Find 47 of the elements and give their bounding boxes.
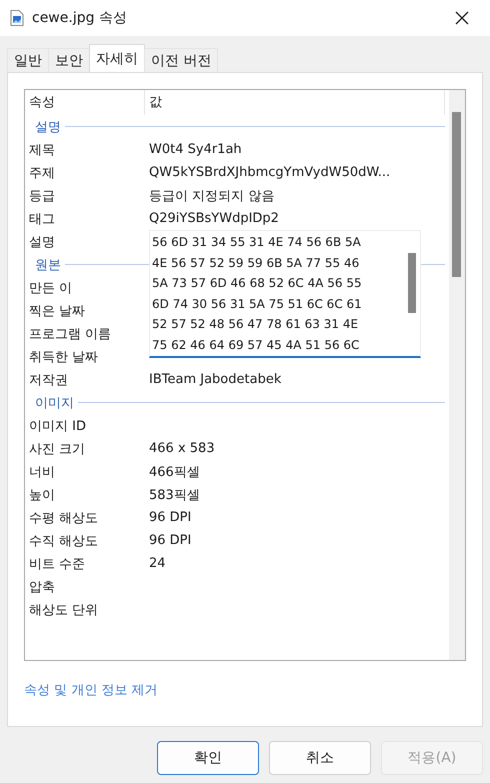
column-header[interactable]: 속성	[25, 90, 145, 115]
property-value: 96 DPI	[148, 533, 192, 548]
group-heading: 원본	[35, 256, 61, 274]
property-name: 등급	[28, 188, 56, 204]
scrollbar-thumb[interactable]	[408, 253, 416, 313]
property-value: 466픽셀	[148, 464, 200, 480]
property-name: 태그	[28, 210, 56, 228]
property-name: 취득한 날짜	[28, 348, 100, 366]
group-heading: 이미지	[35, 394, 74, 412]
property-name: 찍은 날짜	[28, 302, 86, 320]
property-name: 저작권	[28, 372, 69, 388]
property-name: 압축	[28, 578, 56, 596]
property-value: 24	[148, 556, 166, 571]
property-name: 제목	[28, 142, 56, 158]
property-name: 수직 해상도	[28, 532, 100, 550]
property-name: 사진 크기	[28, 440, 86, 458]
property-value: QW5kYSBrdXJhbmcgYmVydW50dW...	[148, 165, 390, 180]
property-value: 583픽셀	[148, 486, 200, 504]
property-name: 만든 이	[28, 280, 74, 296]
property-value: 466 x 583	[148, 441, 215, 456]
tab[interactable]: 일반	[7, 48, 49, 72]
dialog-button[interactable]: 확인	[157, 741, 259, 775]
scrollbar-thumb[interactable]	[452, 112, 461, 277]
window-title: cewe.jpg 속성	[32, 9, 128, 27]
property-name: 주제	[28, 164, 56, 182]
property-value: Q29iYSBsYWdpIDp2	[148, 211, 279, 226]
property-name: 너비	[28, 464, 56, 480]
property-name: 해상도 단위	[28, 602, 100, 618]
image-file-icon	[10, 10, 24, 26]
group-heading: 설명	[35, 118, 61, 136]
column-header[interactable]: 값	[145, 90, 445, 115]
property-value: 등급이 지정되지 않음	[148, 188, 274, 204]
property-name: 이미지 ID	[28, 418, 87, 434]
remove-properties-link[interactable]: 속성 및 개인 정보 제거	[24, 681, 158, 699]
property-value: IBTeam Jabodetabek	[148, 372, 282, 387]
close-icon[interactable]	[454, 10, 470, 26]
property-name: 높이	[28, 486, 56, 504]
property-name: 설명	[28, 234, 56, 250]
property-name: 비트 수준	[28, 556, 86, 572]
property-name: 프로그램 이름	[28, 326, 112, 342]
property-value: 96 DPI	[148, 510, 192, 525]
tab[interactable]: 자세히	[89, 44, 145, 72]
description-field[interactable]: 56 6D 31 34 55 31 4E 74 56 6B 5A 4E 56 57 52 59 59 6B 5A 77 55 46 5A 73 57 6D 46 68 52 6C 4A 56 55 6D 74 30 56 31 5A 75 51 6C 6C 61 52 57 52 48 56 47 78 61 63 31 4E 75 62 46 64 69 57 45 4A 51 56 6C	[149, 230, 421, 358]
tab[interactable]: 이전 버전	[144, 48, 218, 72]
property-value: W0t4 Sy4r1ah	[148, 142, 242, 157]
property-name: 수평 해상도	[28, 510, 100, 526]
dialog-button[interactable]: 취소	[269, 741, 371, 775]
